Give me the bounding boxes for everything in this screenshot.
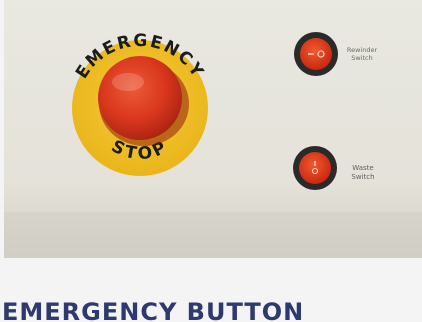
rewinder-switch xyxy=(294,32,338,76)
rewinder-label-line2: Switch xyxy=(351,54,373,62)
control-panel-image: EMERGENCY STOP Rewinder Switch Waste Swi… xyxy=(4,0,422,258)
waste-label-line1: Waste xyxy=(352,164,373,172)
product-photo: EMERGENCY STOP Rewinder Switch Waste Swi… xyxy=(4,0,422,258)
page: EMERGENCY STOP Rewinder Switch Waste Swi… xyxy=(0,0,422,322)
rewinder-switch-rocker xyxy=(300,38,332,70)
emergency-stop-switch: EMERGENCY STOP xyxy=(72,31,208,176)
caption-title: EMERGENCY BUTTON xyxy=(2,298,305,322)
waste-label-line2: Switch xyxy=(351,173,374,181)
stop-red-knob xyxy=(98,56,182,140)
rewinder-label-line1: Rewinder xyxy=(347,46,378,54)
waste-switch xyxy=(293,146,337,190)
